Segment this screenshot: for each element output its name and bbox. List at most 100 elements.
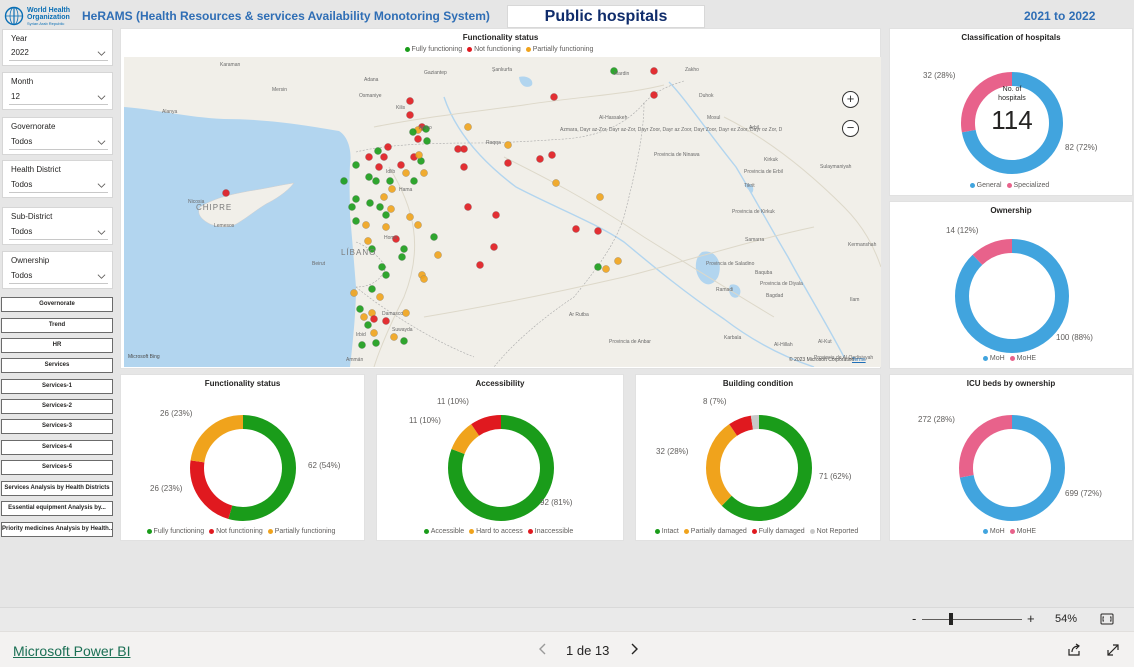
hospital-marker[interactable] [464,123,472,131]
hospital-marker[interactable] [365,153,373,161]
slicer-health-district[interactable]: Health District Todos [2,160,113,198]
share-icon[interactable] [1067,643,1081,657]
nav-button-equipment-analysis[interactable]: Essential equipment Analysis by... [1,501,113,516]
hospital-marker[interactable] [350,289,358,297]
slicer-dropdown[interactable]: Todos [9,225,108,240]
slicer-dropdown[interactable]: Todos [9,178,108,193]
hospital-marker[interactable] [594,227,602,235]
ownership-slice-moh[interactable] [955,239,1069,353]
power-bi-brand-link[interactable]: Microsoft Power BI [13,643,130,659]
hospital-marker[interactable] [378,263,386,271]
hospital-marker[interactable] [380,193,388,201]
zoom-slider-track[interactable] [922,619,1022,620]
hospital-marker[interactable] [382,223,390,231]
zoom-in-button[interactable]: + [1027,611,1035,626]
nav-button-services-4[interactable]: Services-4 [1,440,113,455]
next-page-icon[interactable] [629,642,639,656]
hospital-marker[interactable] [388,185,396,193]
hospital-marker[interactable] [386,177,394,185]
hospital-marker[interactable] [356,305,364,313]
nav-button-services-by-districts[interactable]: Services Analysis by Health Districts [1,481,113,496]
map-zoom-in-button[interactable]: + [842,91,859,108]
hospital-marker[interactable] [548,151,556,159]
hospital-marker[interactable] [650,91,658,99]
hospital-marker[interactable] [650,67,658,75]
hospital-marker[interactable] [490,243,498,251]
hospital-marker[interactable] [382,317,390,325]
hospital-marker[interactable] [402,309,410,317]
hospital-marker[interactable] [348,203,356,211]
slicer-governorate[interactable]: Governorate Todos [2,117,113,155]
hospital-marker[interactable] [370,315,378,323]
fit-to-page-icon[interactable] [1100,613,1114,625]
hospital-marker[interactable] [365,173,373,181]
hospital-marker[interactable] [376,203,384,211]
hospital-marker[interactable] [364,321,372,329]
hospital-marker[interactable] [222,189,230,197]
hospital-marker[interactable] [380,153,388,161]
map-canvas[interactable]: CHIPRE LÍBANO Adana Osmaniye Gaziantep Ş… [124,57,881,367]
hospital-marker[interactable] [352,195,360,203]
hospital-marker[interactable] [460,145,468,153]
hospital-marker[interactable] [374,147,382,155]
hospital-marker[interactable] [398,253,406,261]
hospital-marker[interactable] [594,263,602,271]
hospital-marker[interactable] [364,237,372,245]
hospital-marker[interactable] [372,339,380,347]
hospital-marker[interactable] [476,261,484,269]
hospital-marker[interactable] [602,265,610,273]
hospital-marker[interactable] [372,177,380,185]
hospital-marker[interactable] [504,159,512,167]
nav-button-services[interactable]: Services [1,358,113,373]
hospital-marker[interactable] [400,337,408,345]
slicer-ownership[interactable]: Ownership Todos [2,251,113,289]
hospital-marker[interactable] [423,137,431,145]
hospital-marker[interactable] [358,341,366,349]
hospital-marker[interactable] [362,221,370,229]
hospital-marker[interactable] [376,293,384,301]
hospital-marker[interactable] [400,245,408,253]
slicer-dropdown[interactable]: Todos [9,135,108,150]
hospital-marker[interactable] [430,233,438,241]
slicer-dropdown[interactable]: 12 [9,90,108,105]
hospital-marker[interactable] [368,285,376,293]
slicer-month[interactable]: Month 12 [2,72,113,110]
hospital-marker[interactable] [384,143,392,151]
hospital-marker[interactable] [414,221,422,229]
hospital-marker[interactable] [434,251,442,259]
hospital-marker[interactable] [552,179,560,187]
zoom-slider-thumb[interactable] [949,613,953,625]
hospital-marker[interactable] [406,97,414,105]
nav-button-services-5[interactable]: Services-5 [1,460,113,475]
hospital-marker[interactable] [415,151,423,159]
hospital-marker[interactable] [360,313,368,321]
map-zoom-out-button[interactable]: − [842,120,859,137]
hospital-marker[interactable] [382,211,390,219]
hospital-marker[interactable] [420,275,428,283]
hospital-marker[interactable] [390,333,398,341]
nav-button-medicines-analysis[interactable]: Priority medicines Analysis by Health... [1,522,113,537]
hospital-marker[interactable] [406,111,414,119]
nav-button-governorate[interactable]: Governorate [1,297,113,312]
hospital-marker[interactable] [492,211,500,219]
hospital-marker[interactable] [572,225,580,233]
hospital-marker[interactable] [397,161,405,169]
previous-page-icon[interactable] [538,642,548,656]
hospital-marker[interactable] [382,271,390,279]
nav-button-services-3[interactable]: Services-3 [1,419,113,434]
fullscreen-icon[interactable] [1106,643,1120,657]
slicer-dropdown[interactable]: 2022 [9,46,108,61]
hospital-marker[interactable] [460,163,468,171]
hospital-marker[interactable] [550,93,558,101]
hospital-marker[interactable] [464,203,472,211]
hospital-marker[interactable] [409,128,417,136]
hospital-marker[interactable] [352,161,360,169]
map-terms-link[interactable]: Terms [852,357,866,363]
hospital-marker[interactable] [375,163,383,171]
hospital-marker[interactable] [536,155,544,163]
hospital-marker[interactable] [596,193,604,201]
hospital-marker[interactable] [387,205,395,213]
nav-button-trend[interactable]: Trend [1,318,113,333]
hospital-marker[interactable] [352,217,360,225]
nav-button-services-2[interactable]: Services-2 [1,399,113,414]
